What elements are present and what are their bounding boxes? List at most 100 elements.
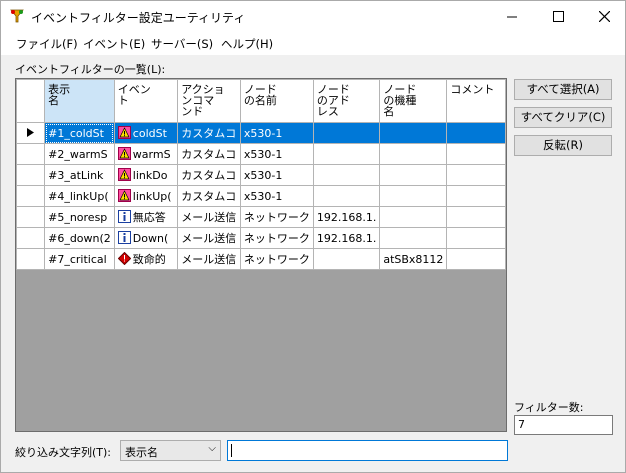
cell-node-address[interactable] <box>312 122 381 144</box>
menu-help[interactable]: ヘルプ(H) <box>221 36 273 52</box>
column-header-node-model[interactable]: ノード の機種名 <box>379 79 448 123</box>
cell-comment[interactable] <box>446 185 506 207</box>
event-filter-grid[interactable]: 表示名 イベント アクショ ンコマ ンド ノード の名前 ノード のアド レス ノード の機… <box>15 78 507 432</box>
row-header[interactable] <box>16 206 46 228</box>
cell-node-address-text: 192.168.1. <box>316 231 377 245</box>
cell-node-model[interactable] <box>379 164 448 186</box>
cell-node-name[interactable]: x530-1 <box>239 122 314 144</box>
cell-display-name[interactable]: #2_warmS <box>44 143 115 165</box>
cell-node-model[interactable] <box>379 143 448 165</box>
column-header-event[interactable]: イベント <box>113 79 179 123</box>
minimize-button[interactable] <box>489 1 535 31</box>
column-header-display-name[interactable]: 表示名 <box>44 79 115 123</box>
row-header[interactable] <box>16 122 46 144</box>
cell-node-name[interactable]: x530-1 <box>239 185 314 207</box>
column-header-node-address[interactable]: ノード のアド レス <box>312 79 381 123</box>
cell-action-command-text: メール送信 <box>181 253 237 266</box>
table-row[interactable]: #5_noresp 無応答 メール送信 ネットワーク 192.168.1. <box>16 206 506 228</box>
cell-node-name[interactable]: x530-1 <box>239 164 314 186</box>
cell-comment[interactable] <box>446 206 506 228</box>
cell-event[interactable]: warmS <box>113 143 179 165</box>
cell-node-address[interactable]: 192.168.1. <box>312 227 381 249</box>
table-row[interactable]: #2_warmS warmS カスタムコ x530-1 <box>16 143 506 165</box>
cell-event[interactable]: Down( <box>113 227 179 249</box>
filter-field-select[interactable]: 表示名 ⌵ <box>120 440 221 461</box>
critical-icon <box>117 252 133 266</box>
cell-node-address[interactable]: 192.168.1. <box>312 206 381 228</box>
cell-node-address[interactable] <box>312 143 381 165</box>
cell-node-model[interactable] <box>379 185 448 207</box>
cell-event[interactable]: linkDo <box>113 164 179 186</box>
row-header[interactable] <box>16 143 46 165</box>
cell-display-name[interactable]: #7_critical <box>44 248 115 270</box>
row-header[interactable] <box>16 227 46 249</box>
cell-comment[interactable] <box>446 143 506 165</box>
cell-action-command[interactable]: カスタムコ <box>177 185 241 207</box>
cell-event[interactable]: linkUp( <box>113 185 179 207</box>
cell-node-address[interactable] <box>312 164 381 186</box>
maximize-button[interactable] <box>535 1 581 31</box>
menu-event[interactable]: イベント(E) <box>83 36 145 52</box>
warning-icon <box>117 147 133 161</box>
cell-node-model[interactable] <box>379 122 448 144</box>
cell-node-name[interactable]: ネットワーク <box>239 248 314 270</box>
cell-action-command[interactable]: カスタムコ <box>177 164 241 186</box>
cell-event[interactable]: coldSt <box>113 122 179 144</box>
row-header[interactable] <box>16 164 46 186</box>
grid-body: #1_coldSt coldSt カスタムコ x530-1 #2_warmS warmS カ… <box>16 122 506 270</box>
header-row: 表示名 イベント アクショ ンコマ ンド ノード の名前 ノード のアド レス ノード の機… <box>16 79 506 123</box>
chevron-down-icon: ⌵ <box>208 443 216 454</box>
cell-node-model[interactable]: atSBx8112 <box>379 248 448 270</box>
cell-node-name[interactable]: ネットワーク <box>239 206 314 228</box>
filter-field-value: 表示名 <box>125 446 158 459</box>
cell-action-command[interactable]: メール送信 <box>177 206 241 228</box>
table-row[interactable]: #4_linkUp( linkUp( カスタムコ x530-1 <box>16 185 506 207</box>
cell-node-address[interactable] <box>312 185 381 207</box>
cell-event-text: Down( <box>132 232 169 245</box>
row-header[interactable] <box>16 248 46 270</box>
cell-comment[interactable] <box>446 227 506 249</box>
select-all-button[interactable]: すべて選択(A) <box>514 79 612 100</box>
cell-action-command[interactable]: カスタムコ <box>177 143 241 165</box>
table-row[interactable]: #7_critical 致命的 メール送信 ネットワーク atSBx8112 <box>16 248 506 270</box>
cell-event[interactable]: 致命的 <box>113 248 179 270</box>
cell-event[interactable]: 無応答 <box>113 206 179 228</box>
cell-comment[interactable] <box>446 164 506 186</box>
cell-comment[interactable] <box>446 122 506 144</box>
cell-action-command[interactable]: メール送信 <box>177 227 241 249</box>
warning-icon <box>117 189 133 203</box>
cell-node-name[interactable]: x530-1 <box>239 143 314 165</box>
table-row[interactable]: #1_coldSt coldSt カスタムコ x530-1 <box>16 122 506 144</box>
close-button[interactable] <box>581 1 626 31</box>
cell-display-name[interactable]: #1_coldSt <box>44 122 115 144</box>
cell-action-command[interactable]: メール送信 <box>177 248 241 270</box>
menu-server[interactable]: サーバー(S) <box>151 36 213 52</box>
invert-selection-button[interactable]: 反転(R) <box>514 135 612 156</box>
cell-display-name[interactable]: #6_down(2 <box>44 227 115 249</box>
table-row[interactable]: #6_down(2 Down( メール送信 ネットワーク 192.168.1. <box>16 227 506 249</box>
cell-node-model[interactable] <box>379 206 448 228</box>
cell-display-name[interactable]: #3_atLink <box>44 164 115 186</box>
cell-action-command-text: カスタムコ <box>181 190 237 203</box>
filter-list-label: イベントフィルターの一覧(L): <box>15 63 166 76</box>
row-header[interactable] <box>16 185 46 207</box>
cell-event-text: linkUp( <box>132 190 172 203</box>
filter-string-input[interactable] <box>227 440 508 461</box>
column-header-node-name[interactable]: ノード の名前 <box>239 79 314 123</box>
cell-node-address[interactable] <box>312 248 381 270</box>
filter-count-field: 7 <box>514 415 613 435</box>
clear-all-button[interactable]: すべてクリア(C) <box>514 107 612 128</box>
menu-file[interactable]: ファイル(F) <box>16 36 78 52</box>
column-header-action-command[interactable]: アクショ ンコマ ンド <box>177 79 241 123</box>
cell-display-name[interactable]: #5_noresp <box>44 206 115 228</box>
cell-action-command-text: カスタムコ <box>181 127 237 140</box>
cell-comment[interactable] <box>446 248 506 270</box>
cell-display-name[interactable]: #4_linkUp( <box>44 185 115 207</box>
cell-display-name-text: #2_warmS <box>48 147 108 161</box>
cell-action-command[interactable]: カスタムコ <box>177 122 241 144</box>
column-header-comment[interactable]: コメント <box>446 79 506 123</box>
cell-node-name-text: ネットワーク <box>243 232 310 245</box>
cell-node-model[interactable] <box>379 227 448 249</box>
table-row[interactable]: #3_atLink linkDo カスタムコ x530-1 <box>16 164 506 186</box>
cell-node-name[interactable]: ネットワーク <box>239 227 314 249</box>
